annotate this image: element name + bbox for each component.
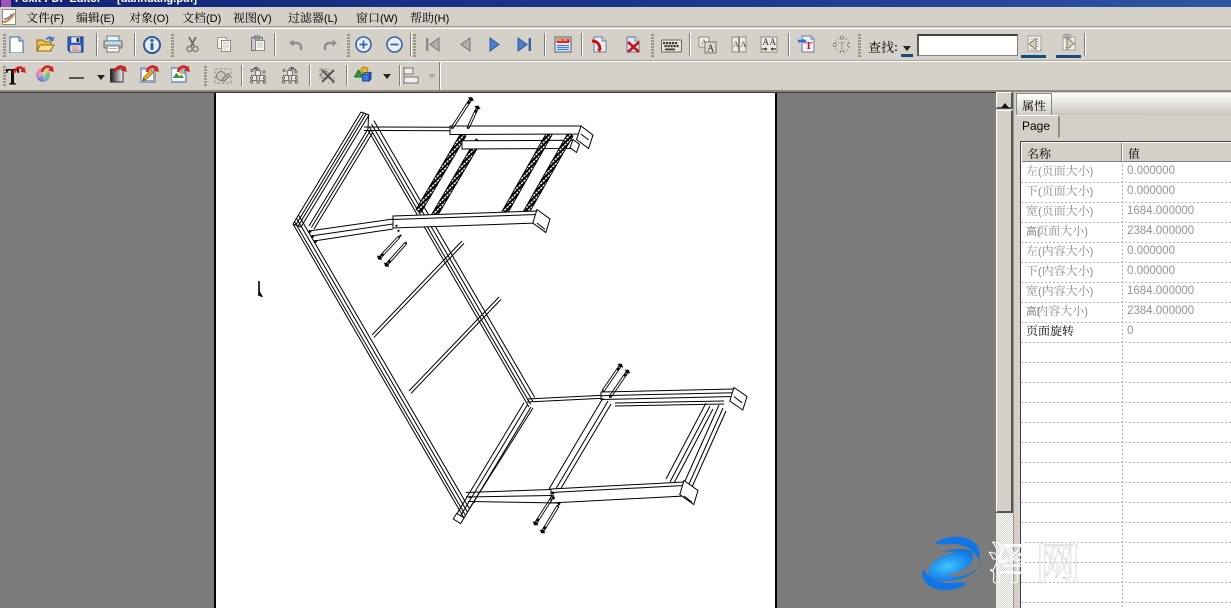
svg-text:): ) [1084, 306, 1088, 318]
svg-text:T: T [805, 40, 813, 52]
svg-text:(H): (H) [434, 13, 449, 25]
svg-text:(V): (V) [257, 13, 272, 25]
svg-text:高(: 高( [1026, 304, 1041, 318]
svg-text:(D): (D) [206, 13, 221, 25]
svg-text:): ) [1090, 166, 1094, 178]
svg-text:(: ( [1038, 266, 1042, 278]
svg-text:): ) [1090, 246, 1094, 258]
svg-text:A: A [763, 37, 770, 47]
svg-text:): ) [1090, 286, 1094, 298]
svg-text:): ) [1090, 266, 1094, 278]
svg-text:(: ( [1038, 186, 1042, 198]
svg-text:A: A [770, 37, 777, 47]
svg-text:A: A [741, 40, 747, 49]
svg-text:A: A [707, 44, 715, 55]
svg-text:(W): (W) [380, 13, 398, 25]
svg-text:(F): (F) [50, 13, 64, 25]
svg-text:(: ( [1038, 286, 1042, 298]
svg-text:): ) [1084, 226, 1088, 238]
svg-text:(: ( [1038, 166, 1042, 178]
svg-text:A: A [733, 40, 739, 49]
svg-text:(L): (L) [324, 13, 337, 25]
svg-text:(O): (O) [153, 13, 169, 25]
svg-text:): ) [1090, 206, 1094, 218]
svg-text:(E): (E) [100, 13, 115, 25]
svg-text:): ) [1090, 186, 1094, 198]
svg-text:(: ( [1038, 206, 1042, 218]
svg-text:(: ( [1038, 246, 1042, 258]
